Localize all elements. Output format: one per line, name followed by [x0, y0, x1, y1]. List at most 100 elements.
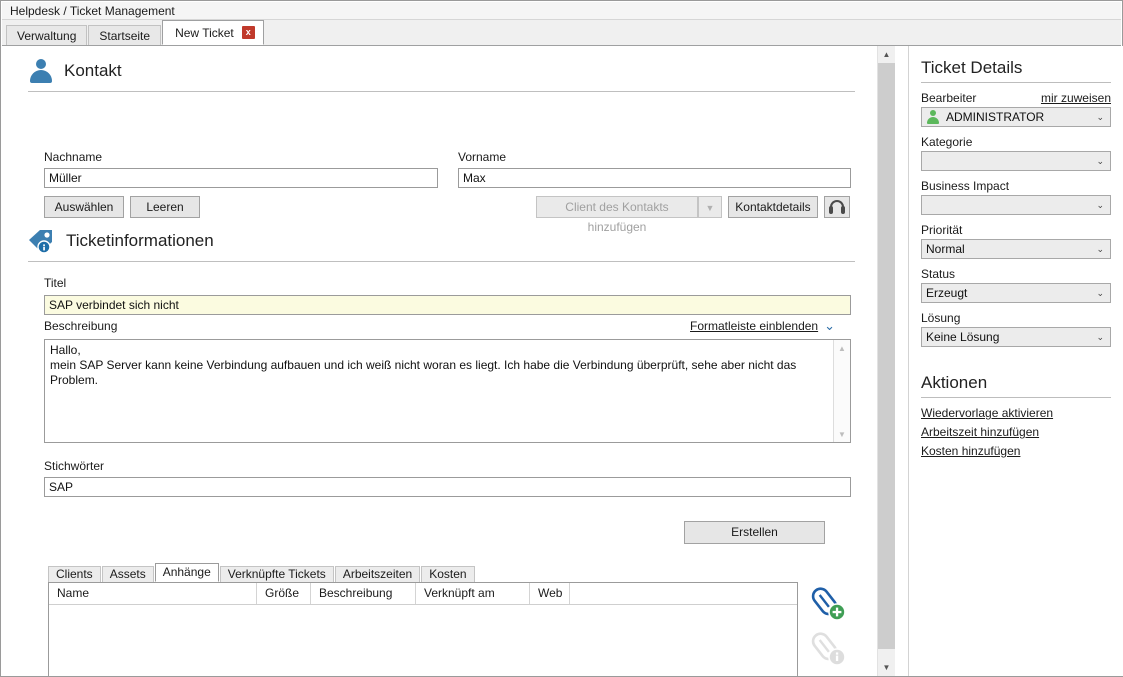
business-impact-field: Business Impact ⌄	[921, 179, 1111, 215]
assign-to-me-link[interactable]: mir zuweisen	[1041, 91, 1111, 105]
format-toolbar-toggle[interactable]: Formatleiste einblenden ⌄	[690, 319, 835, 333]
scroll-up-icon[interactable]: ▲	[834, 340, 850, 356]
select-contact-button[interactable]: Auswählen	[44, 196, 124, 218]
chevron-down-icon: ⌄	[1096, 112, 1104, 123]
title-label: Titel	[44, 276, 66, 290]
status-select[interactable]: Erzeugt ⌄	[921, 283, 1111, 303]
scrollbar-thumb[interactable]	[878, 63, 895, 649]
column-header-web[interactable]: Web	[530, 583, 570, 604]
breadcrumb-text: Helpdesk / Ticket Management	[10, 4, 175, 18]
priority-label: Priorität	[921, 223, 962, 237]
solution-field: Lösung Keine Lösung ⌄	[921, 311, 1111, 347]
tab-startseite[interactable]: Startseite	[88, 25, 161, 45]
status-field: Status Erzeugt ⌄	[921, 267, 1111, 303]
bottom-tab-bar: Clients Assets Anhänge Verknüpfte Ticket…	[48, 563, 476, 582]
bottom-tab-assets-label: Assets	[110, 567, 146, 581]
column-header-filler	[570, 583, 797, 604]
category-select[interactable]: ⌄	[921, 151, 1111, 171]
category-label: Kategorie	[921, 135, 972, 149]
contact-section-header: Kontakt	[28, 54, 855, 88]
status-value: Erzeugt	[926, 286, 967, 300]
column-header-groesse[interactable]: Größe	[257, 583, 311, 604]
solution-label: Lösung	[921, 311, 960, 325]
actions-links: Wiedervorlage aktivieren Arbeitszeit hin…	[921, 406, 1111, 459]
attachments-grid-body[interactable]	[49, 605, 797, 676]
bottom-tab-anhaenge[interactable]: Anhänge	[155, 563, 219, 582]
contact-section-title: Kontakt	[64, 61, 122, 81]
chevron-down-icon: ⌄	[1096, 288, 1104, 299]
business-impact-label-row: Business Impact	[921, 179, 1111, 193]
format-toolbar-link[interactable]: Formatleiste einblenden	[690, 319, 818, 333]
bottom-tab-assets[interactable]: Assets	[102, 566, 154, 582]
ticketinfo-section-title: Ticketinformationen	[66, 231, 214, 251]
bottom-tab-anhaenge-label: Anhänge	[163, 565, 211, 579]
priority-value: Normal	[926, 242, 965, 256]
clear-contact-button[interactable]: Leeren	[130, 196, 200, 218]
tag-info-icon	[28, 228, 56, 254]
scroll-up-icon[interactable]: ▲	[878, 46, 895, 63]
chevron-down-icon: ⌄	[1096, 244, 1104, 255]
bottom-tab-kosten[interactable]: Kosten	[421, 566, 474, 582]
tab-verwaltung[interactable]: Verwaltung	[6, 25, 87, 45]
contact-section-divider	[28, 91, 855, 92]
action-link-arbeitszeit[interactable]: Arbeitszeit hinzufügen	[921, 425, 1111, 440]
main-content-pane: Kontakt Nachname Müller Vorname Max Ausw…	[2, 46, 895, 676]
bottom-tab-verknuepfte-tickets[interactable]: Verknüpfte Tickets	[220, 566, 334, 582]
tab-startseite-label: Startseite	[99, 29, 150, 43]
scroll-down-icon[interactable]: ▼	[834, 426, 850, 442]
attachment-add-button[interactable]	[809, 586, 847, 625]
title-input[interactable]: SAP verbindet sich nicht	[44, 295, 851, 315]
tab-new-ticket-label: New Ticket	[175, 21, 234, 45]
actions-title: Aktionen	[921, 373, 1123, 393]
status-label-row: Status	[921, 267, 1111, 281]
action-link-wiedervorlage[interactable]: Wiedervorlage aktivieren	[921, 406, 1111, 421]
scroll-down-icon[interactable]: ▼	[878, 659, 895, 676]
headset-icon	[829, 200, 845, 214]
firstname-input[interactable]: Max	[458, 168, 851, 188]
solution-value: Keine Lösung	[926, 330, 999, 344]
headset-button[interactable]	[824, 196, 850, 218]
category-label-row: Kategorie	[921, 135, 1111, 149]
description-scrollbar[interactable]: ▲ ▼	[833, 340, 850, 442]
category-field: Kategorie ⌄	[921, 135, 1111, 171]
person-icon	[926, 110, 940, 124]
contact-details-button[interactable]: Kontaktdetails	[728, 196, 818, 218]
business-impact-select[interactable]: ⌄	[921, 195, 1111, 215]
add-client-dropdown-button: ▼	[698, 196, 722, 218]
create-button[interactable]: Erstellen	[684, 521, 825, 544]
column-header-beschreibung[interactable]: Beschreibung	[311, 583, 416, 604]
attachments-grid: Name Größe Beschreibung Verknüpft am Web	[48, 582, 798, 676]
assignee-select[interactable]: ADMINISTRATOR ⌄	[921, 107, 1111, 127]
priority-select[interactable]: Normal ⌄	[921, 239, 1111, 259]
solution-label-row: Lösung	[921, 311, 1111, 325]
chevron-down-icon: ⌄	[1096, 156, 1104, 167]
bottom-tab-clients[interactable]: Clients	[48, 566, 101, 582]
form-area: Kontakt Nachname Müller Vorname Max Ausw…	[2, 46, 877, 676]
add-client-button: Client des Kontakts hinzufügen	[536, 196, 698, 218]
close-icon[interactable]: x	[242, 26, 255, 39]
tab-verwaltung-label: Verwaltung	[17, 29, 76, 43]
action-link-kosten[interactable]: Kosten hinzufügen	[921, 444, 1111, 459]
lastname-label: Nachname	[44, 150, 102, 164]
tab-new-ticket[interactable]: New Ticket x	[162, 20, 264, 45]
column-header-verknuepft-am[interactable]: Verknüpft am	[416, 583, 530, 604]
contact-section: Kontakt	[28, 54, 855, 92]
description-text: Hallo, mein SAP Server kann keine Verbin…	[50, 343, 830, 388]
assignee-label-row: Bearbeiter mir zuweisen	[921, 91, 1111, 105]
bottom-tab-arbeitszeiten[interactable]: Arbeitszeiten	[335, 566, 420, 582]
lastname-input[interactable]: Müller	[44, 168, 438, 188]
chevron-double-down-icon[interactable]: ⌄	[824, 320, 835, 332]
bottom-tab-verknuepfte-tickets-label: Verknüpfte Tickets	[228, 567, 326, 581]
application-window: Helpdesk / Ticket Management Verwaltung …	[0, 0, 1123, 677]
actions-divider	[921, 397, 1111, 398]
solution-select[interactable]: Keine Lösung ⌄	[921, 327, 1111, 347]
ticketinfo-section-divider	[28, 261, 855, 262]
description-textarea[interactable]: Hallo, mein SAP Server kann keine Verbin…	[44, 339, 851, 443]
ticketinfo-section-header: Ticketinformationen	[28, 224, 855, 258]
status-label: Status	[921, 267, 955, 281]
column-header-name[interactable]: Name	[49, 583, 257, 604]
keywords-input[interactable]: SAP	[44, 477, 851, 497]
keywords-label: Stichwörter	[44, 459, 104, 473]
firstname-label: Vorname	[458, 150, 506, 164]
content-scrollbar[interactable]: ▲ ▼	[877, 46, 895, 676]
